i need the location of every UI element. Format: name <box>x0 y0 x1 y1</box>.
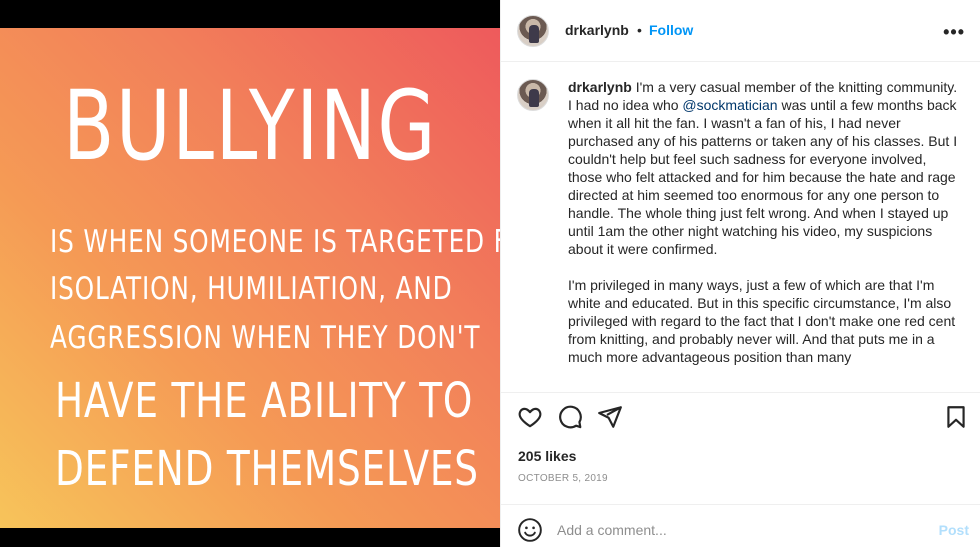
post-image[interactable]: BULLYING IS WHEN SOMEONE IS TARGETED FOR… <box>0 28 500 528</box>
more-horizontal-icon[interactable]: ••• <box>943 22 965 43</box>
comment-bar: Post <box>501 504 980 547</box>
mention-link[interactable]: @sockmatician <box>682 97 777 113</box>
bookmark-icon[interactable] <box>943 404 969 430</box>
likes-count[interactable]: 205 likes <box>518 448 576 464</box>
image-text-line-1: IS WHEN SOMEONE IS TARGETED FOR <box>50 224 500 260</box>
image-text-line-5: DEFEND THEMSELVES <box>55 441 479 497</box>
header-separator: • <box>637 22 642 38</box>
caption-username[interactable]: drkarlynb <box>568 79 632 95</box>
follow-button[interactable]: Follow <box>649 22 693 38</box>
smiley-icon[interactable] <box>517 517 543 543</box>
image-text-line-2: ISOLATION, HUMILIATION, AND <box>50 271 453 307</box>
comment-bubble-icon[interactable] <box>557 404 583 430</box>
post-side-panel: drkarlynb • Follow ••• drkarlynb I'm a v… <box>500 0 980 547</box>
caption-paragraph-2: I'm privileged in many ways, just a few … <box>568 277 956 365</box>
header-username[interactable]: drkarlynb <box>565 22 629 38</box>
comment-input[interactable] <box>557 513 917 547</box>
caption-text-part-2: was until a few months back when it all … <box>568 97 958 257</box>
avatar[interactable] <box>517 15 549 47</box>
post-image-panel: BULLYING IS WHEN SOMEONE IS TARGETED FOR… <box>0 0 500 547</box>
caption-text: drkarlynb I'm a very casual member of th… <box>568 78 958 384</box>
action-bar <box>501 404 980 436</box>
caption-avatar[interactable] <box>517 79 549 111</box>
image-title-text: BULLYING <box>62 70 438 182</box>
caption-scroll-area[interactable]: drkarlynb I'm a very casual member of th… <box>501 63 980 393</box>
paper-plane-icon[interactable] <box>597 404 623 430</box>
image-text-line-3: AGGRESSION WHEN THEY DON'T <box>50 320 481 356</box>
heart-icon[interactable] <box>517 404 543 430</box>
post-comment-button[interactable]: Post <box>939 522 969 538</box>
image-text-line-4: HAVE THE ABILITY TO <box>55 373 474 429</box>
post-date[interactable]: OCTOBER 5, 2019 <box>518 473 608 484</box>
post-header: drkarlynb • Follow ••• <box>501 0 980 62</box>
